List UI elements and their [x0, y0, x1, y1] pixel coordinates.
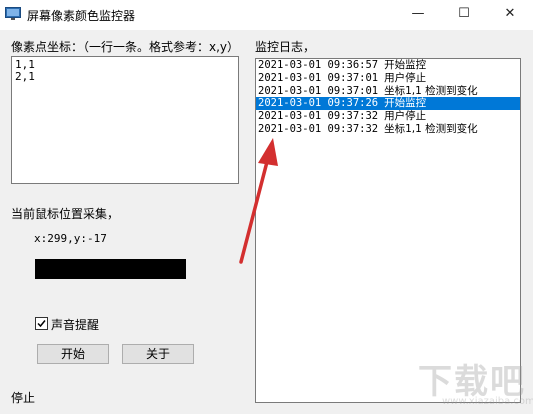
minimize-button[interactable]: — — [395, 0, 441, 30]
window-title: 屏幕像素颜色监控器 — [27, 9, 136, 23]
log-entry-message: 坐标1,1 检测到变化 — [384, 122, 478, 135]
log-entry-time: 2021-03-01 09:37:32 — [258, 122, 379, 135]
log-entry-message: 坐标1,1 检测到变化 — [384, 84, 478, 97]
sound-alert-checkbox[interactable] — [35, 317, 48, 330]
log-entry[interactable]: 2021-03-01 09:37:32 坐标1,1 检测到变化 — [256, 123, 520, 136]
log-entry-message: 用户停止 — [384, 71, 427, 84]
pixel-coord-line: 1,1 — [15, 58, 35, 71]
log-entry[interactable]: 2021-03-01 09:36:57 开始监控 — [256, 59, 520, 72]
log-entry-time: 2021-03-01 09:37:01 — [258, 71, 379, 84]
log-entry[interactable]: 2021-03-01 09:37:01 坐标1,1 检测到变化 — [256, 85, 520, 98]
pixel-coord-line: 2,1 — [15, 70, 35, 83]
title-bar[interactable]: 屏幕像素颜色监控器 — ☐ ✕ — [0, 0, 533, 30]
mouse-position-label: 当前鼠标位置采集， — [11, 207, 120, 221]
about-button[interactable]: 关于 — [122, 344, 194, 364]
log-label: 监控日志， — [255, 40, 316, 54]
color-swatch — [35, 259, 186, 279]
watermark-url: www.xiazaiba.com — [442, 396, 533, 407]
start-button[interactable]: 开始 — [37, 344, 109, 364]
log-entry[interactable]: 2021-03-01 09:37:01 用户停止 — [256, 72, 520, 85]
monitor-icon — [5, 7, 21, 21]
pixel-coords-label: 像素点坐标：（一行一条。格式参考：x,y） — [11, 40, 240, 54]
close-button[interactable]: ✕ — [487, 0, 533, 30]
sound-alert-label[interactable]: 声音提醒 — [51, 316, 99, 333]
log-entry-time: 2021-03-01 09:36:57 — [258, 59, 379, 71]
log-entry-time: 2021-03-01 09:37:26 — [258, 97, 379, 110]
pixel-coords-input[interactable]: 1,1 2,1 — [11, 56, 239, 184]
mouse-coordinate-readout: x:299,y:-17 — [34, 232, 107, 245]
checkmark-icon — [37, 320, 46, 328]
log-entry-message: 用户停止 — [384, 110, 427, 123]
log-entry[interactable]: 2021-03-01 09:37:32 用户停止 — [256, 110, 520, 123]
log-entry-message: 开始监控 — [384, 97, 427, 110]
status-text: 停止 — [11, 391, 36, 405]
site-watermark: 下载吧 www.xiazaiba.com — [408, 352, 533, 410]
log-entry[interactable]: 2021-03-01 09:37:26 开始监控 — [256, 97, 520, 111]
maximize-button[interactable]: ☐ — [441, 0, 487, 30]
log-entry-time: 2021-03-01 09:37:32 — [258, 110, 379, 123]
log-entry-time: 2021-03-01 09:37:01 — [258, 84, 379, 97]
log-entry-message: 开始监控 — [384, 59, 427, 71]
app-window: 屏幕像素颜色监控器 — ☐ ✕ 像素点坐标：（一行一条。格式参考：x,y） 1,… — [0, 0, 533, 414]
